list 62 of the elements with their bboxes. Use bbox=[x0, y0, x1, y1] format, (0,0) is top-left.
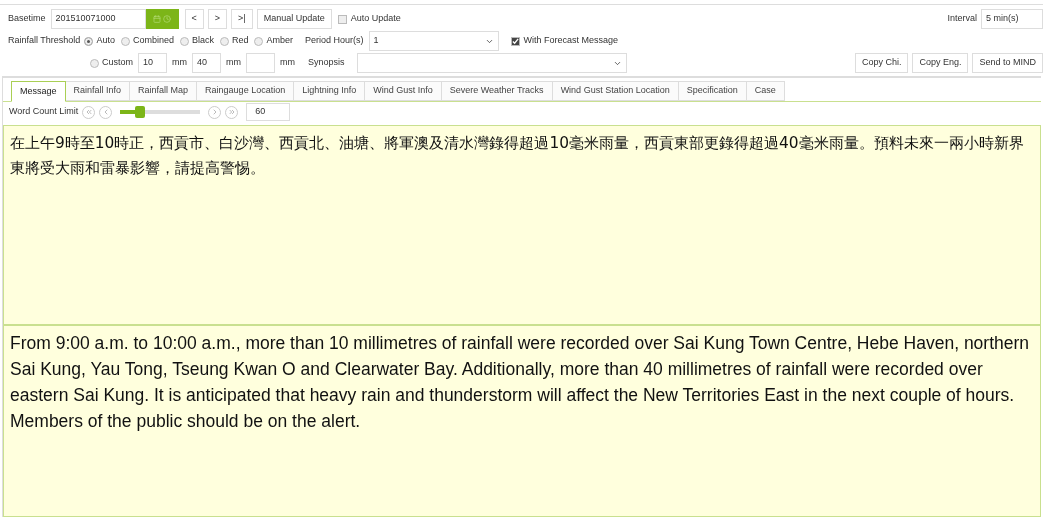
tab[interactable]: Specification bbox=[678, 81, 747, 101]
field-label: Basetime bbox=[8, 12, 46, 26]
checkbox-label: Auto Update bbox=[350, 12, 401, 26]
radio-button[interactable] bbox=[219, 36, 229, 46]
button[interactable]: >| bbox=[231, 9, 253, 29]
radio-label: Custom bbox=[102, 56, 133, 70]
checkbox[interactable] bbox=[510, 36, 520, 46]
field-label: Rainfall Threshold bbox=[8, 34, 81, 48]
tab[interactable]: Rainfall Map bbox=[130, 81, 198, 101]
word-count-field[interactable]: 60 bbox=[246, 103, 291, 121]
round-button[interactable] bbox=[225, 105, 239, 119]
button[interactable]: Copy Chi. bbox=[854, 53, 909, 73]
input-field[interactable] bbox=[246, 53, 275, 73]
tab[interactable]: Message bbox=[11, 81, 66, 102]
button[interactable]: Manual Update bbox=[256, 9, 332, 29]
double-chevron-left-icon bbox=[84, 108, 93, 116]
basetime-field[interactable]: 201510071000 bbox=[50, 9, 146, 29]
input-field[interactable]: 40 bbox=[192, 53, 221, 73]
english-message[interactable]: From 9:00 a.m. to 10:00 a.m., more than 10 millimetres of rainfall were recorded over Sai Kung Town Centre, Hebe Haven, northern Sai Kung, Yau Tong, Tseung Kwan O and Clearwater Bay. Additionally, more than 40 millimetres of rainfall were recorded over eastern Sai Kung. It is anticipated that heavy rain and thunderstorm will affect the New Territories East in the next couple of hours. Members of the public should be on the alert. bbox=[3, 325, 1041, 517]
unit-label: mm bbox=[172, 56, 187, 70]
period-dropdown[interactable]: 1 bbox=[368, 31, 499, 51]
button[interactable]: < bbox=[184, 9, 204, 29]
round-button[interactable] bbox=[99, 105, 113, 119]
tab[interactable]: Case bbox=[746, 81, 785, 101]
checkbox[interactable] bbox=[337, 14, 347, 24]
tab[interactable]: Rainfall Info bbox=[65, 81, 131, 101]
field-label: Period Hour(s) bbox=[304, 34, 364, 48]
calendar-icon bbox=[153, 15, 162, 23]
input-field[interactable]: 10 bbox=[138, 53, 167, 73]
radio-button[interactable] bbox=[179, 36, 189, 46]
tab[interactable]: Wind Gust Info bbox=[365, 81, 442, 101]
radio-label: Combined bbox=[132, 34, 174, 48]
interval-field[interactable]: 5 min(s) bbox=[981, 9, 1043, 29]
round-button[interactable] bbox=[82, 105, 96, 119]
tab[interactable]: Lightning Info bbox=[294, 81, 366, 101]
slider-thumb[interactable] bbox=[135, 106, 146, 118]
radio-button[interactable] bbox=[254, 36, 264, 46]
checkbox-label: With Forecast Message bbox=[523, 34, 619, 48]
date-time-button[interactable] bbox=[145, 9, 179, 29]
radio-label: Black bbox=[191, 34, 214, 48]
double-chevron-right-icon bbox=[227, 108, 236, 116]
radio-button[interactable] bbox=[120, 36, 130, 46]
button[interactable]: Send to MIND bbox=[972, 53, 1043, 73]
radio-button[interactable] bbox=[90, 58, 99, 68]
chinese-message[interactable]: 在上午9時至10時正，西貢市、白沙灣、西貢北、油塘、將軍澳及清水灣錄得超過10毫米雨量，西貢東部更錄得超過40毫米雨量。預料未來一兩小時新界東將受大雨和雷暴影響，請提高警惕。 bbox=[3, 125, 1041, 325]
field-label: Word Count Limit bbox=[9, 105, 79, 119]
button[interactable]: > bbox=[207, 9, 228, 29]
button[interactable]: Copy Eng. bbox=[912, 53, 969, 73]
tab[interactable]: Wind Gust Station Location bbox=[552, 81, 679, 101]
field-label: Interval bbox=[947, 12, 977, 26]
clock-icon bbox=[163, 15, 172, 23]
unit-label: mm bbox=[226, 56, 241, 70]
tab[interactable]: Raingauge Location bbox=[197, 81, 295, 101]
tab[interactable]: Severe Weather Tracks bbox=[441, 81, 553, 101]
radio-label: Red bbox=[231, 34, 249, 48]
synopsis-dropdown[interactable] bbox=[356, 53, 627, 73]
round-button[interactable] bbox=[208, 105, 222, 119]
radio-label: Amber bbox=[266, 34, 293, 48]
field-label: Synopsis bbox=[308, 56, 345, 70]
radio-button[interactable] bbox=[84, 36, 94, 46]
radio-label: Auto bbox=[96, 34, 115, 48]
unit-label: mm bbox=[280, 56, 295, 70]
